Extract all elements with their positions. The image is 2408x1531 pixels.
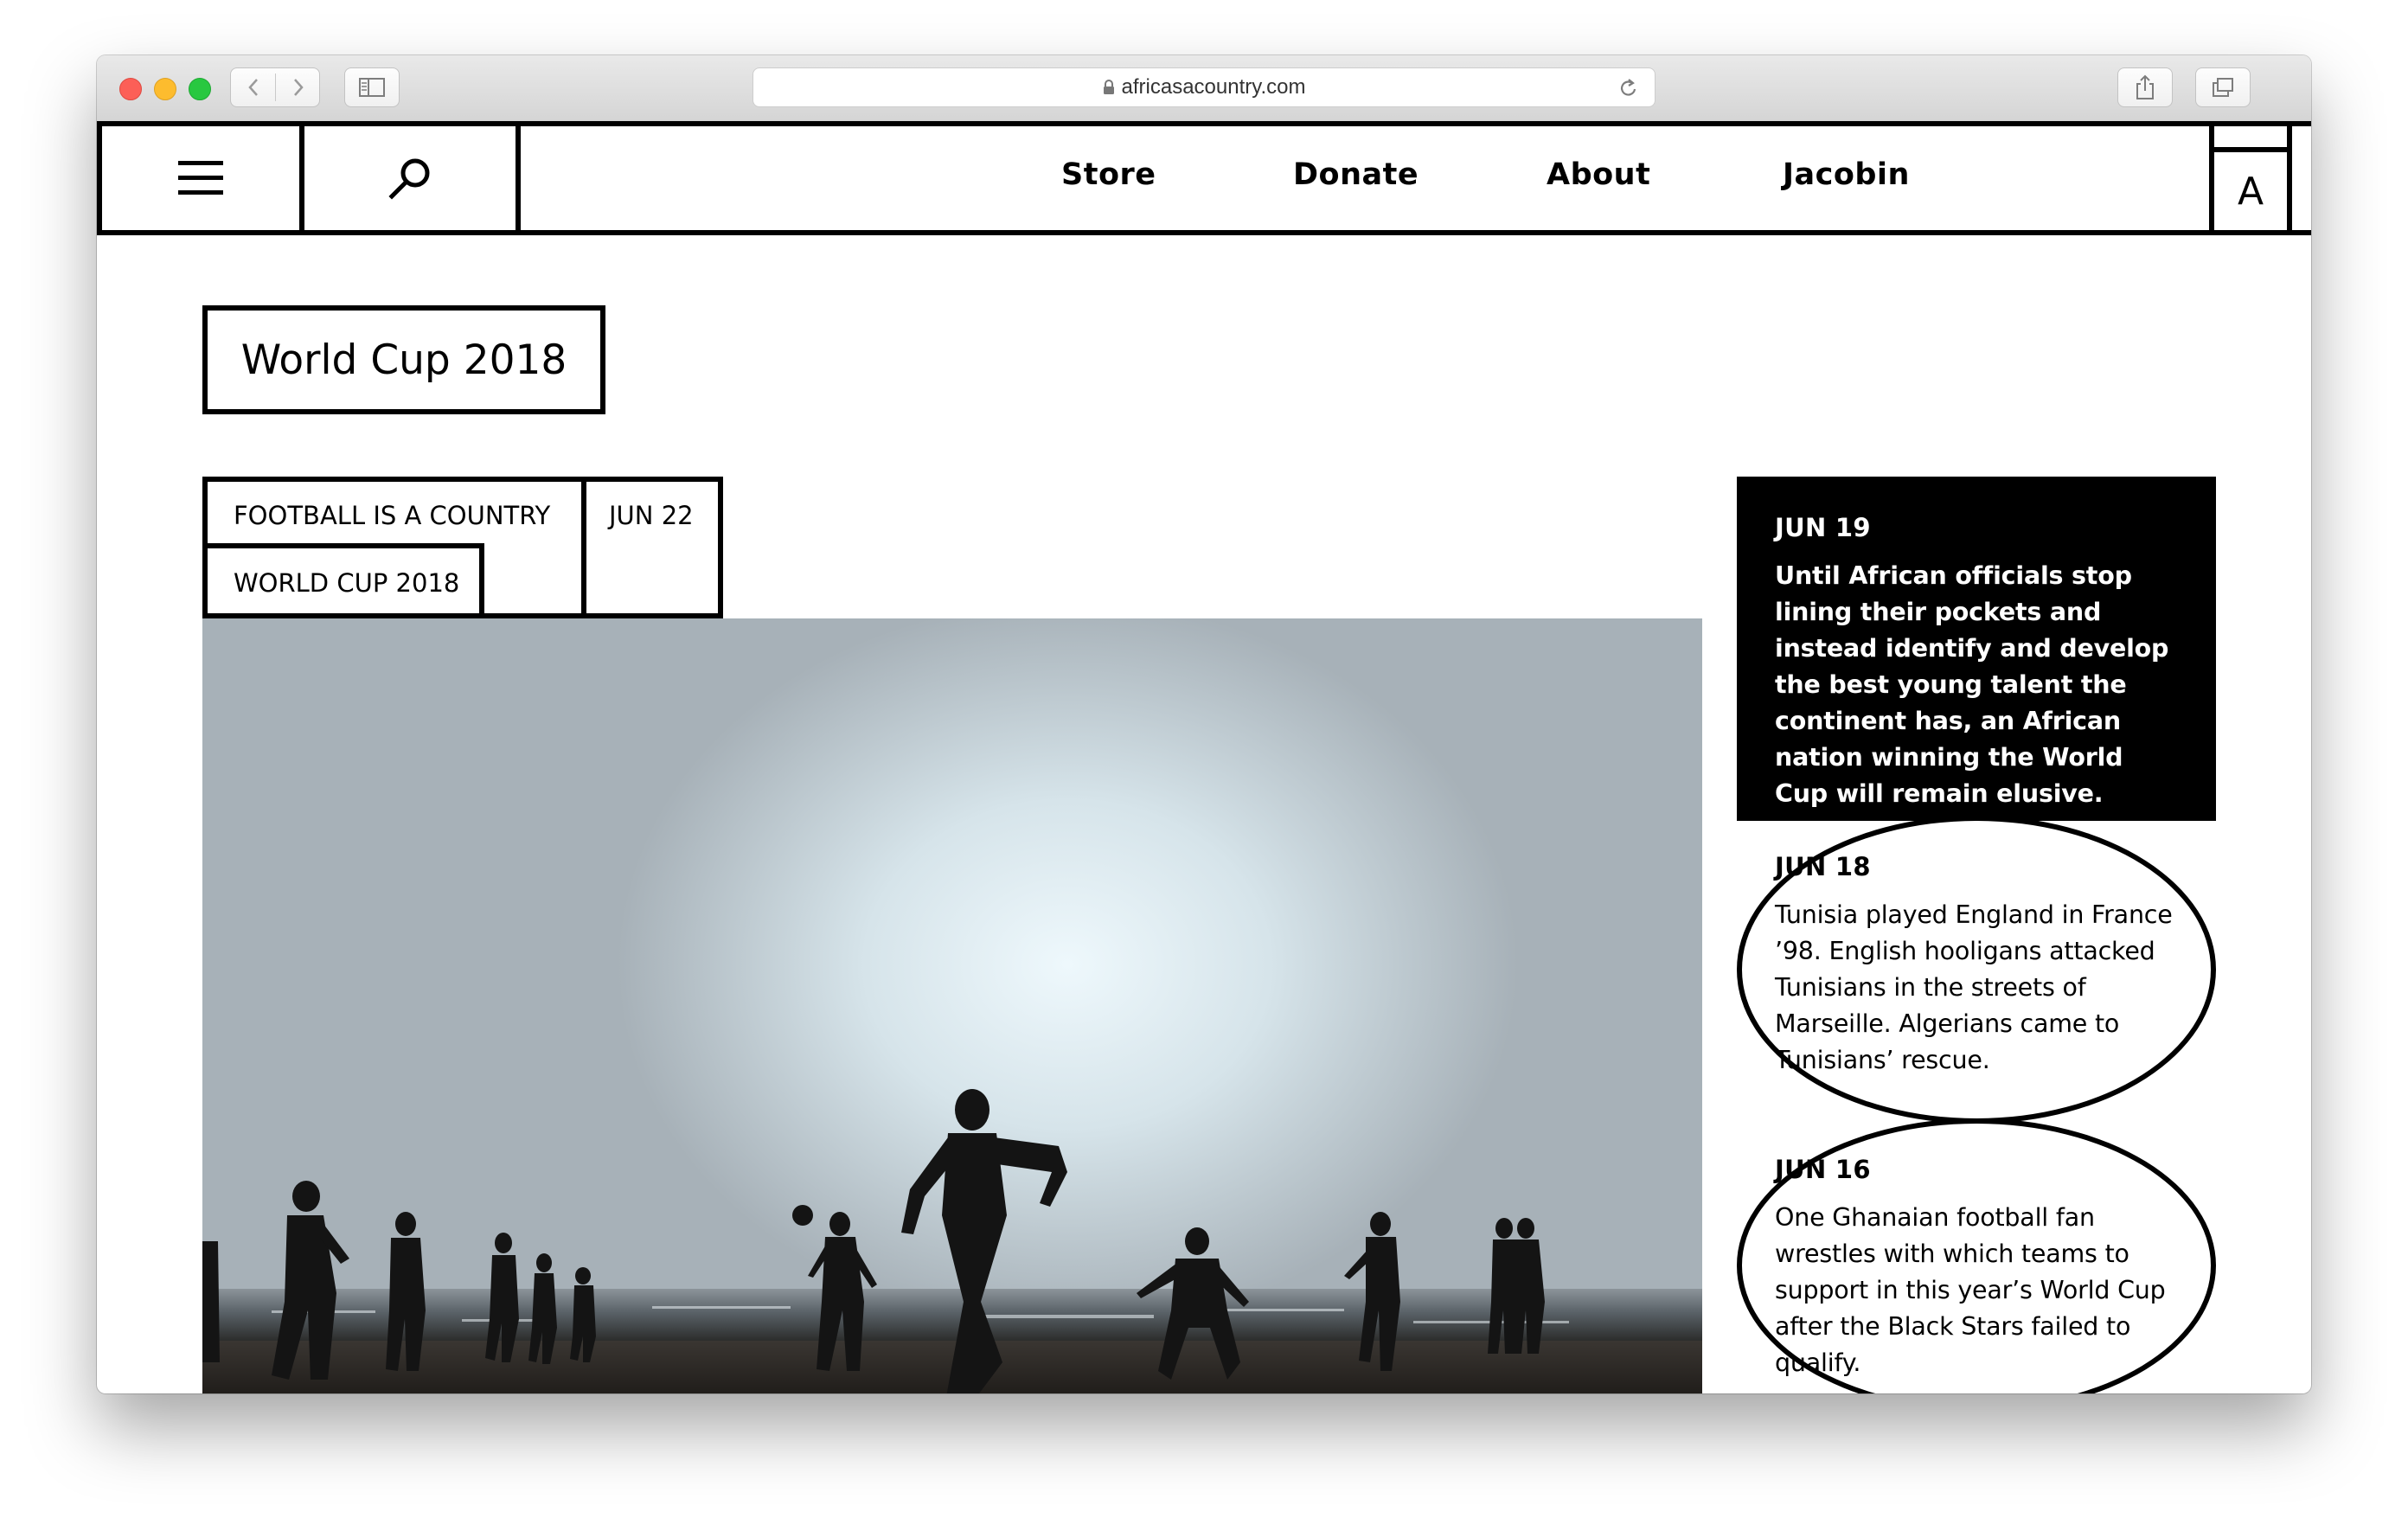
sidebar-icon [359, 78, 385, 97]
feature-date: JUN 22 [609, 501, 694, 530]
menu-button[interactable] [102, 126, 304, 230]
search-icon [388, 158, 430, 200]
back-button[interactable] [231, 68, 276, 106]
story-date: JUN 19 [1775, 513, 1871, 542]
show-tabs-button[interactable] [2195, 67, 2251, 107]
site-logo[interactable]: A [2209, 121, 2292, 235]
feature-tags: FOOTBALL IS A COUNTRY WORLD CUP 2018 JUN… [202, 477, 723, 618]
screenshot-stage: africasacountry.com Store Donate About J… [0, 0, 2408, 1531]
story-summary: One Ghanaian football fan wrestles with … [1775, 1203, 2166, 1377]
tag-divider [581, 477, 586, 618]
story-summary: Until African officials stop lining thei… [1775, 561, 2169, 808]
reload-icon[interactable] [1618, 77, 1639, 99]
story-date: JUN 16 [1775, 1155, 1871, 1184]
share-icon [2136, 74, 2154, 99]
url-text: africasacountry.com [1121, 75, 1306, 99]
sidebar-stories: JUN 19 Until African officials stop lini… [1737, 477, 2216, 1393]
site-header: Store Donate About Jacobin A [97, 121, 2311, 235]
address-bar[interactable]: africasacountry.com [752, 67, 1656, 107]
nav-store-link[interactable]: Store [1061, 157, 1156, 192]
nav-about-link[interactable]: About [1547, 157, 1650, 192]
zoom-window-button[interactable] [189, 78, 211, 100]
category-title: World Cup 2018 [202, 305, 605, 414]
nav-donate-link[interactable]: Donate [1293, 157, 1419, 192]
forward-button[interactable] [276, 68, 321, 106]
story-date: JUN 18 [1775, 852, 1871, 881]
logo-mark: A [2214, 147, 2287, 230]
tag-football-is-a-country[interactable]: FOOTBALL IS A COUNTRY [234, 501, 550, 530]
sidebar-toggle-button[interactable] [344, 67, 400, 107]
close-window-button[interactable] [119, 78, 142, 100]
chevron-right-icon [294, 79, 304, 96]
browser-toolbar: africasacountry.com [97, 55, 2311, 122]
tag-world-cup-2018[interactable]: WORLD CUP 2018 [234, 568, 459, 598]
hamburger-menu-icon [178, 161, 223, 195]
chevron-left-icon [248, 79, 258, 96]
search-button[interactable] [304, 126, 521, 230]
history-nav-group [230, 67, 320, 107]
beach-football-photo [202, 1089, 1702, 1393]
browser-window: africasacountry.com Store Donate About J… [97, 55, 2311, 1393]
nav-jacobin-link[interactable]: Jacobin [1783, 157, 1910, 192]
story-summary: Tunisia played England in France ’98. En… [1775, 900, 2173, 1074]
story-card-jun-18[interactable]: JUN 18 Tunisia played England in France … [1737, 816, 2216, 1124]
lock-icon [1103, 80, 1114, 94]
minimize-window-button[interactable] [154, 78, 176, 100]
feature-hero-image[interactable] [202, 618, 1702, 1393]
story-card-jun-16[interactable]: JUN 16 One Ghanaian football fan wrestle… [1737, 1118, 2216, 1393]
share-button[interactable] [2117, 67, 2173, 107]
story-card-jun-19[interactable]: JUN 19 Until African officials stop lini… [1737, 477, 2216, 821]
tabs-overview-icon [2213, 78, 2233, 97]
